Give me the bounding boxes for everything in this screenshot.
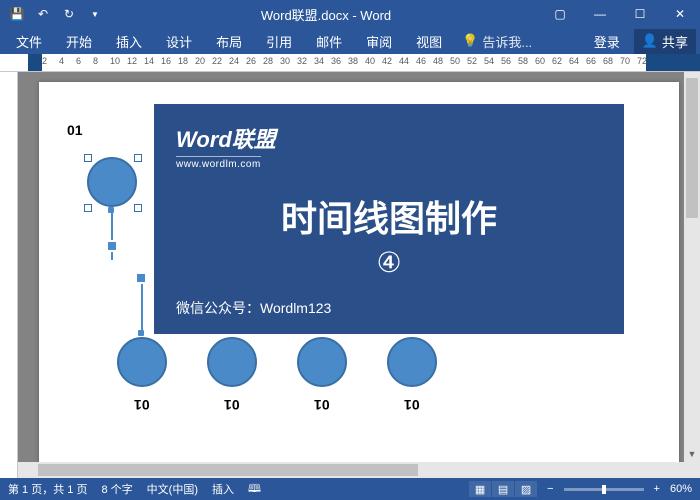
zoom-level[interactable]: 60% bbox=[670, 483, 692, 495]
ribbon-options-icon[interactable]: ▢ bbox=[540, 0, 580, 28]
zoom-out-icon[interactable]: − bbox=[547, 483, 553, 495]
zoom-slider[interactable] bbox=[564, 488, 644, 491]
timeline-label: 01 bbox=[224, 397, 240, 413]
minimize-icon[interactable]: — bbox=[580, 0, 620, 28]
window-title: Word联盟.docx - Word bbox=[112, 5, 540, 24]
timeline-label: 01 bbox=[404, 397, 420, 413]
save-icon[interactable]: 💾 bbox=[6, 3, 28, 25]
tab-home[interactable]: 开始 bbox=[54, 28, 104, 55]
tab-design[interactable]: 设计 bbox=[154, 28, 204, 55]
tell-me-label: 告诉我... bbox=[482, 32, 532, 51]
timeline-circle bbox=[297, 337, 347, 387]
scrollbar-thumb[interactable] bbox=[686, 78, 698, 218]
tab-review[interactable]: 审阅 bbox=[354, 28, 404, 55]
tab-view[interactable]: 视图 bbox=[404, 28, 454, 55]
card-title: 时间线图制作 bbox=[176, 190, 602, 242]
horizontal-ruler[interactable]: 2468101214161820222426283032343638404244… bbox=[0, 54, 700, 72]
view-print-icon[interactable]: ▦ bbox=[469, 481, 491, 497]
overlay-card: Word联盟 www.wordlm.com 时间线图制作 ④ 微信公众号：Wor… bbox=[154, 104, 624, 334]
connector-handle[interactable] bbox=[106, 240, 118, 252]
lightbulb-icon: 💡 bbox=[462, 33, 478, 49]
view-read-icon[interactable]: ▤ bbox=[492, 481, 514, 497]
logo-url: www.wordlm.com bbox=[176, 156, 261, 170]
redo-icon[interactable]: ↻ bbox=[58, 3, 80, 25]
status-words[interactable]: 8 个字 bbox=[101, 481, 132, 497]
timeline-circle[interactable] bbox=[87, 157, 137, 207]
status-track-icon[interactable]: 🕮 bbox=[248, 480, 261, 499]
close-icon[interactable]: ✕ bbox=[660, 0, 700, 28]
view-web-icon[interactable]: ▨ bbox=[515, 481, 537, 497]
tab-references[interactable]: 引用 bbox=[254, 28, 304, 55]
selection-handle[interactable] bbox=[84, 204, 92, 212]
timeline-label-top: 01 bbox=[67, 122, 83, 138]
qat-dropdown-icon[interactable]: ▼ bbox=[84, 3, 106, 25]
tab-insert[interactable]: 插入 bbox=[104, 28, 154, 55]
scroll-down-icon[interactable]: ▼ bbox=[684, 446, 700, 462]
tell-me-search[interactable]: 💡 告诉我... bbox=[462, 32, 532, 51]
share-label: 共享 bbox=[662, 32, 688, 51]
status-insert-mode[interactable]: 插入 bbox=[212, 481, 234, 497]
timeline-circle bbox=[117, 337, 167, 387]
timeline-circle bbox=[207, 337, 257, 387]
connector-handle[interactable] bbox=[135, 272, 147, 284]
connector-line[interactable] bbox=[111, 210, 113, 260]
timeline-label: 01 bbox=[314, 397, 330, 413]
connector-line[interactable] bbox=[141, 282, 143, 332]
scrollbar-thumb[interactable] bbox=[38, 464, 418, 476]
person-icon: 👤 bbox=[642, 33, 658, 49]
maximize-icon[interactable]: ☐ bbox=[620, 0, 660, 28]
horizontal-scrollbar[interactable] bbox=[18, 462, 684, 478]
timeline-circle bbox=[387, 337, 437, 387]
tab-file[interactable]: 文件 bbox=[4, 28, 54, 55]
card-subtitle: ④ bbox=[176, 246, 602, 279]
connector-endpoint[interactable] bbox=[108, 207, 114, 213]
vertical-ruler[interactable] bbox=[0, 72, 18, 478]
document-page: 01 01 01 01 01 Word联盟 www.wordlm.com bbox=[39, 82, 679, 478]
zoom-in-icon[interactable]: + bbox=[654, 483, 660, 495]
selection-handle[interactable] bbox=[134, 154, 142, 162]
tab-layout[interactable]: 布局 bbox=[204, 28, 254, 55]
status-language[interactable]: 中文(中国) bbox=[147, 481, 198, 497]
tab-mail[interactable]: 邮件 bbox=[304, 28, 354, 55]
connector-endpoint[interactable] bbox=[138, 330, 144, 336]
vertical-scrollbar[interactable]: ▲ ▼ bbox=[684, 72, 700, 478]
card-footer: 微信公众号：Wordlm123 bbox=[176, 298, 331, 318]
logo-text: Word联盟 bbox=[176, 122, 602, 154]
undo-icon[interactable]: ↶ bbox=[32, 3, 54, 25]
selection-handle[interactable] bbox=[84, 154, 92, 162]
status-page[interactable]: 第 1 页，共 1 页 bbox=[8, 481, 87, 497]
timeline-label: 01 bbox=[134, 397, 150, 413]
selection-handle[interactable] bbox=[134, 204, 142, 212]
share-button[interactable]: 👤 共享 bbox=[634, 29, 696, 54]
login-button[interactable]: 登录 bbox=[582, 28, 632, 55]
